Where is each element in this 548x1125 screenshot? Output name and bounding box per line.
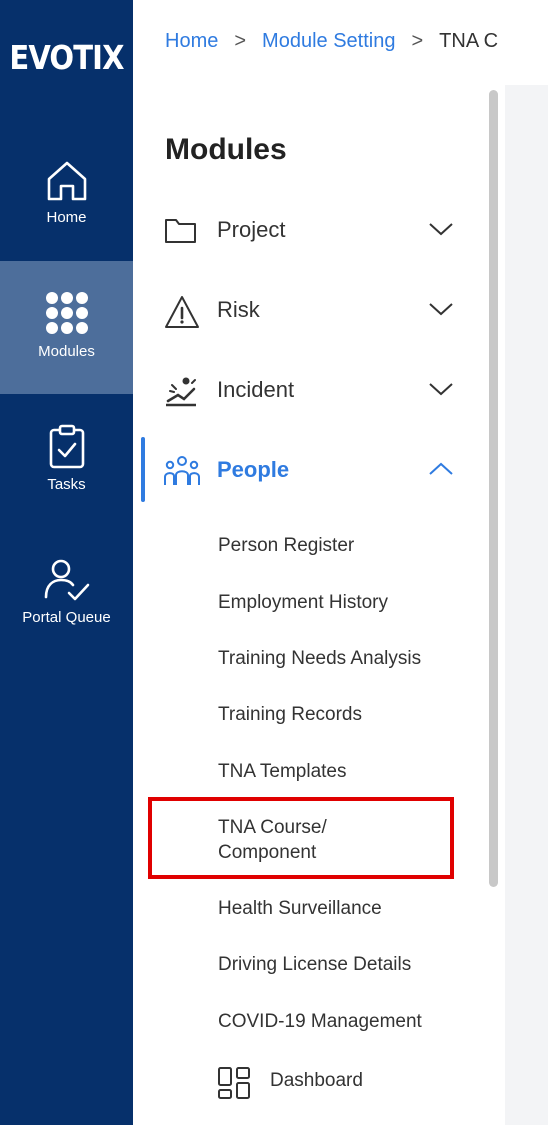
warning-icon <box>165 296 199 328</box>
breadcrumb-module-setting[interactable]: Module Setting <box>262 30 395 52</box>
module-label: Risk <box>217 297 260 322</box>
rail-label-home: Home <box>46 209 87 226</box>
dashboard-icon <box>218 1067 250 1099</box>
active-indicator <box>141 437 145 502</box>
rail-item-home[interactable]: Home <box>0 133 133 266</box>
rail-item-portal-queue[interactable]: Portal Queue <box>0 527 133 660</box>
rail-label-tasks: Tasks <box>47 476 86 493</box>
submenu-driving-license-details[interactable]: Driving License Details <box>218 952 411 977</box>
module-incident[interactable]: Incident <box>160 367 470 417</box>
module-people[interactable]: People <box>160 447 470 497</box>
submenu-covid-19-management[interactable]: COVID-19 Management <box>218 1009 422 1034</box>
dashboard-label: Dashboard <box>270 1070 363 1091</box>
modules-title: Modules <box>165 133 287 166</box>
submenu-health-surveillance[interactable]: Health Surveillance <box>218 896 382 921</box>
module-label: Project <box>217 217 286 242</box>
highlight-box <box>148 797 454 879</box>
submenu-employment-history[interactable]: Employment History <box>218 590 388 615</box>
home-icon <box>47 161 86 201</box>
chevron-up-icon <box>429 462 453 475</box>
sidebar-scrollbar[interactable] <box>489 90 498 887</box>
submenu-person-register[interactable]: Person Register <box>218 533 354 558</box>
chevron-down-icon <box>429 383 453 396</box>
incident-icon <box>166 377 196 407</box>
rail-label-modules: Modules <box>38 343 95 360</box>
content-area <box>505 85 548 1125</box>
breadcrumb: Home > Module Setting > TNA C <box>165 30 548 53</box>
chevron-right-icon: > <box>411 30 424 52</box>
evotix-logo: EVOTIX <box>9 38 124 77</box>
submenu-tna-templates[interactable]: TNA Templates <box>218 759 346 784</box>
people-icon <box>164 456 200 485</box>
breadcrumb-home[interactable]: Home <box>165 30 218 52</box>
menu-dashboard[interactable]: Dashboard <box>214 1058 454 1108</box>
submenu-training-needs-analysis[interactable]: Training Needs Analysis <box>218 646 421 671</box>
module-risk[interactable]: Risk <box>160 287 470 337</box>
module-label: Incident <box>217 377 295 402</box>
rail-item-modules[interactable]: Modules <box>0 261 133 394</box>
submenu-training-records[interactable]: Training Records <box>218 702 362 727</box>
user-check-icon <box>44 559 89 601</box>
grid-dots-icon <box>45 292 88 334</box>
chevron-right-icon: > <box>234 30 247 52</box>
rail-item-tasks[interactable]: Tasks <box>0 394 133 527</box>
chevron-down-icon <box>429 223 453 236</box>
left-rail: EVOTIX Home Modules Tasks Portal Queue <box>0 0 133 1125</box>
module-project[interactable]: Project <box>160 207 470 257</box>
clipboard-check-icon <box>49 424 84 469</box>
folder-icon <box>165 219 196 243</box>
module-label: People <box>217 457 290 482</box>
breadcrumb-current: TNA C <box>439 30 499 52</box>
rail-label-portal-queue: Portal Queue <box>22 609 111 626</box>
chevron-down-icon <box>429 303 453 316</box>
